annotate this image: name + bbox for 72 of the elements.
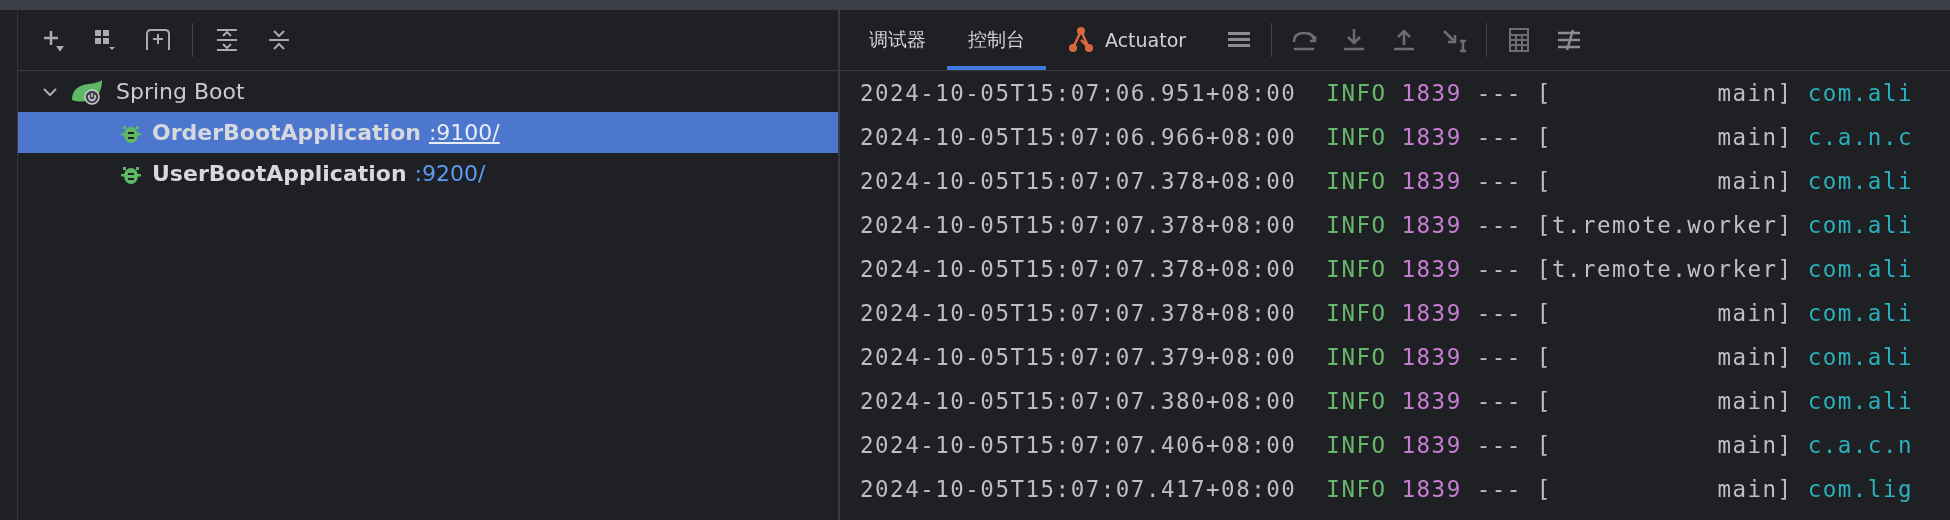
log-level: INFO	[1326, 388, 1387, 414]
process-id: 1839	[1401, 80, 1462, 106]
application-name: UserBootApplication	[152, 161, 407, 186]
log-level: INFO	[1326, 212, 1387, 238]
log-timestamp: 2024-10-05T15:07:07.406+08:00	[860, 432, 1297, 458]
log-separator: ---	[1476, 124, 1522, 150]
log-separator: ---	[1476, 80, 1522, 106]
log-level: INFO	[1326, 432, 1387, 458]
logger-name: com.ali	[1807, 80, 1913, 106]
logger-name: com.lig	[1807, 476, 1913, 502]
process-id: 1839	[1401, 300, 1462, 326]
application-item[interactable]: OrderBootApplication :9100/	[18, 112, 838, 153]
log-timestamp: 2024-10-05T15:07:07.378+08:00	[860, 212, 1297, 238]
log-level: INFO	[1326, 300, 1387, 326]
thread-name: [ main]	[1536, 124, 1793, 150]
tab[interactable]: 控制台	[947, 10, 1046, 70]
application-item[interactable]: UserBootApplication :9200/	[18, 153, 838, 194]
thread-name: [ main]	[1536, 432, 1793, 458]
log-timestamp: 2024-10-05T15:07:06.951+08:00	[860, 80, 1297, 106]
logger-name: com.ali	[1807, 388, 1913, 414]
logger-name: c.a.c.n	[1807, 432, 1913, 458]
thread-name: [t.remote.worker]	[1536, 212, 1793, 238]
log-level: INFO	[1326, 344, 1387, 370]
process-id: 1839	[1401, 168, 1462, 194]
log-level: INFO	[1326, 124, 1387, 150]
thread-name: [ main]	[1536, 300, 1793, 326]
log-separator: ---	[1476, 344, 1522, 370]
log-separator: ---	[1476, 212, 1522, 238]
logger-name: com.ali	[1807, 212, 1913, 238]
tab[interactable]: 调试器	[848, 10, 947, 70]
log-separator: ---	[1476, 300, 1522, 326]
logger-name: c.a.n.c	[1807, 124, 1913, 150]
log-separator: ---	[1476, 476, 1522, 502]
application-name: OrderBootApplication	[152, 120, 421, 145]
logger-name: com.ali	[1807, 256, 1913, 282]
log-timestamp: 2024-10-05T15:07:07.379+08:00	[860, 344, 1297, 370]
process-id: 1839	[1401, 256, 1462, 282]
log-timestamp: 2024-10-05T15:07:07.378+08:00	[860, 300, 1297, 326]
process-id: 1839	[1401, 344, 1462, 370]
log-timestamp: 2024-10-05T15:07:06.966+08:00	[860, 124, 1297, 150]
log-timestamp: 2024-10-05T15:07:07.378+08:00	[860, 168, 1297, 194]
thread-name: [ main]	[1536, 344, 1793, 370]
log-separator: ---	[1476, 256, 1522, 282]
nodes-icon	[1067, 26, 1095, 54]
port-link[interactable]: :9200/	[414, 161, 486, 186]
thread-name: [ main]	[1536, 388, 1793, 414]
logger-name: com.ali	[1807, 168, 1913, 194]
thread-name: [ main]	[1536, 476, 1793, 502]
port-link[interactable]: :9100/	[428, 120, 500, 145]
process-id: 1839	[1401, 212, 1462, 238]
thread-name: [ main]	[1536, 168, 1793, 194]
log-level: INFO	[1326, 256, 1387, 282]
log-level: INFO	[1326, 168, 1387, 194]
logger-name: com.ali	[1807, 300, 1913, 326]
thread-name: [t.remote.worker]	[1536, 256, 1793, 282]
logger-name: com.ali	[1807, 344, 1913, 370]
log-level: INFO	[1326, 476, 1387, 502]
tree-group[interactable]: Spring Boot	[18, 71, 838, 112]
tab[interactable]: Actuator	[1046, 10, 1208, 70]
process-id: 1839	[1401, 432, 1462, 458]
log-level: INFO	[1326, 80, 1387, 106]
group-label: Spring Boot	[116, 79, 245, 104]
log-separator: ---	[1476, 388, 1522, 414]
process-id: 1839	[1401, 476, 1462, 502]
process-id: 1839	[1401, 124, 1462, 150]
thread-name: [ main]	[1536, 80, 1793, 106]
log-timestamp: 2024-10-05T15:07:07.378+08:00	[860, 256, 1297, 282]
log-timestamp: 2024-10-05T15:07:07.417+08:00	[860, 476, 1297, 502]
process-id: 1839	[1401, 388, 1462, 414]
log-separator: ---	[1476, 432, 1522, 458]
log-timestamp: 2024-10-05T15:07:07.380+08:00	[860, 388, 1297, 414]
log-separator: ---	[1476, 168, 1522, 194]
